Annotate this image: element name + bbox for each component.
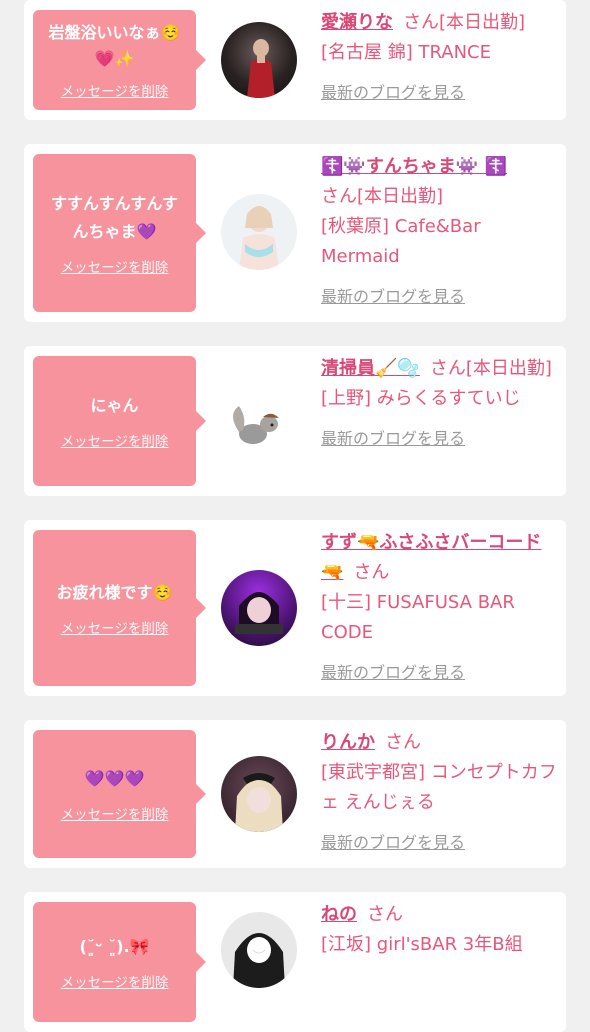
delete-message-link[interactable]: メッセージを削除 [61,617,169,637]
shop-text: [上野] みらくるすていじ [321,388,521,409]
honorific: さん [385,732,421,753]
avatar[interactable] [221,912,297,988]
latest-blog-link[interactable]: 最新のブログを見る [321,658,557,688]
shop-text: [東武宇都宮] コンセプトカフェ えんじぇる [321,762,557,813]
message-card: 💜💜💜 メッセージを削除 りんか さん [東武宇都宮] コンセプトカフェ えんじぇ… [24,720,566,868]
cast-info: ☦️👾すんちゃま👾 ☦️ さん[本日出勤] [秋葉原] Cafe&Bar Mer… [321,152,557,312]
latest-blog-link[interactable]: 最新のブログを見る [321,78,557,108]
avatar-photo-icon [235,592,283,634]
status-text: [本日出勤] [439,12,526,33]
honorific: さん [367,904,403,925]
cast-info: ねの さん [江坂] girl'sBAR 3年B組 [321,900,557,960]
message-bubble: にゃん メッセージを削除 [33,356,206,486]
cast-info: りんか さん [東武宇都宮] コンセプトカフェ えんじぇる 最新のブログを見る [321,728,557,858]
honorific: さん [353,562,390,583]
avatar[interactable] [221,194,297,270]
message-bubble: 💜💜💜 メッセージを削除 [33,730,206,858]
shop-text: [名古屋 錦] TRANCE [321,42,491,63]
latest-blog-link[interactable]: 最新のブログを見る [321,424,557,454]
shop-text: [江坂] girl'sBAR 3年B組 [321,934,523,955]
shop-text: [十三] FUSAFUSA BAR CODE [321,592,515,643]
avatar[interactable] [221,384,297,460]
avatar[interactable] [221,570,297,646]
message-card: にゃん メッセージを削除 清掃員🧹🫧 さん[本日出勤] [上野] みらくるすていじ… [24,346,566,496]
message-text: お疲れ様です☺️ [56,583,173,602]
message-card: お疲れ様です☺️ メッセージを削除 すず🔫ふさふさバーコード🔫 さん [十三] F… [24,520,566,696]
delete-message-link[interactable]: メッセージを削除 [61,803,169,823]
cast-info: 清掃員🧹🫧 さん[本日出勤] [上野] みらくるすていじ 最新のブログを見る [321,354,557,454]
cast-name-link[interactable]: 愛瀬りな [321,12,393,33]
avatar[interactable] [221,756,297,832]
avatar-photo-icon [233,933,285,988]
latest-blog-link[interactable]: 最新のブログを見る [321,282,557,312]
message-text: にゃん [90,396,139,415]
message-bubble: (˘͈ᵕ ˘͈).🎀 メッセージを削除 [33,902,206,1022]
cast-name-link[interactable]: ねの [321,904,357,925]
cast-info: 愛瀬りな さん[本日出勤] [名古屋 錦] TRANCE 最新のブログを見る [321,8,557,108]
cast-name-link[interactable]: ☦️👾すんちゃま👾 ☦️ [321,156,507,177]
avatar-photo-icon [247,39,275,98]
message-text: すすんすんすんすんちゃま💜 [50,194,179,241]
message-text: 岩盤浴いいなぁ☺️💗✨ [48,23,181,68]
delete-message-link[interactable]: メッセージを削除 [61,971,169,991]
message-text: 💜💜💜 [84,769,145,788]
delete-message-link[interactable]: メッセージを削除 [61,256,169,276]
delete-message-link[interactable]: メッセージを削除 [61,430,169,450]
status-text: [本日出勤] [357,186,444,207]
message-card: (˘͈ᵕ ˘͈).🎀 メッセージを削除 ねの さん [江坂] girl'sBAR … [24,892,566,1032]
latest-blog-link[interactable]: 最新のブログを見る [321,828,557,858]
honorific: さん [403,12,439,33]
avatar[interactable] [221,22,297,98]
delete-message-link[interactable]: メッセージを削除 [61,80,169,100]
message-text: (˘͈ᵕ ˘͈).🎀 [79,937,150,956]
avatar-photo-icon [235,773,283,832]
honorific: さん [429,358,466,379]
message-card: 岩盤浴いいなぁ☺️💗✨ メッセージを削除 愛瀬りな さん[本日出勤] [名古屋 錦… [24,0,566,120]
message-bubble: 岩盤浴いいなぁ☺️💗✨ メッセージを削除 [33,10,206,110]
shop-text: [秋葉原] Cafe&Bar Mermaid [321,216,481,267]
honorific: さん [321,186,357,207]
squirrel-avatar-icon [233,406,279,444]
message-bubble: すすんすんすんすんちゃま💜 メッセージを削除 [33,154,206,312]
status-text: [本日出勤] [465,358,552,379]
message-card: すすんすんすんすんちゃま💜 メッセージを削除 ☦️👾すんちゃま👾 ☦️ さん[本… [24,144,566,322]
cast-name-link[interactable]: りんか [321,732,375,753]
cast-info: すず🔫ふさふさバーコード🔫 さん [十三] FUSAFUSA BAR CODE 最… [321,528,557,688]
message-bubble: お疲れ様です☺️ メッセージを削除 [33,530,206,686]
cast-name-link[interactable]: 清掃員🧹🫧 [321,358,420,379]
avatar-photo-icon [239,206,279,270]
